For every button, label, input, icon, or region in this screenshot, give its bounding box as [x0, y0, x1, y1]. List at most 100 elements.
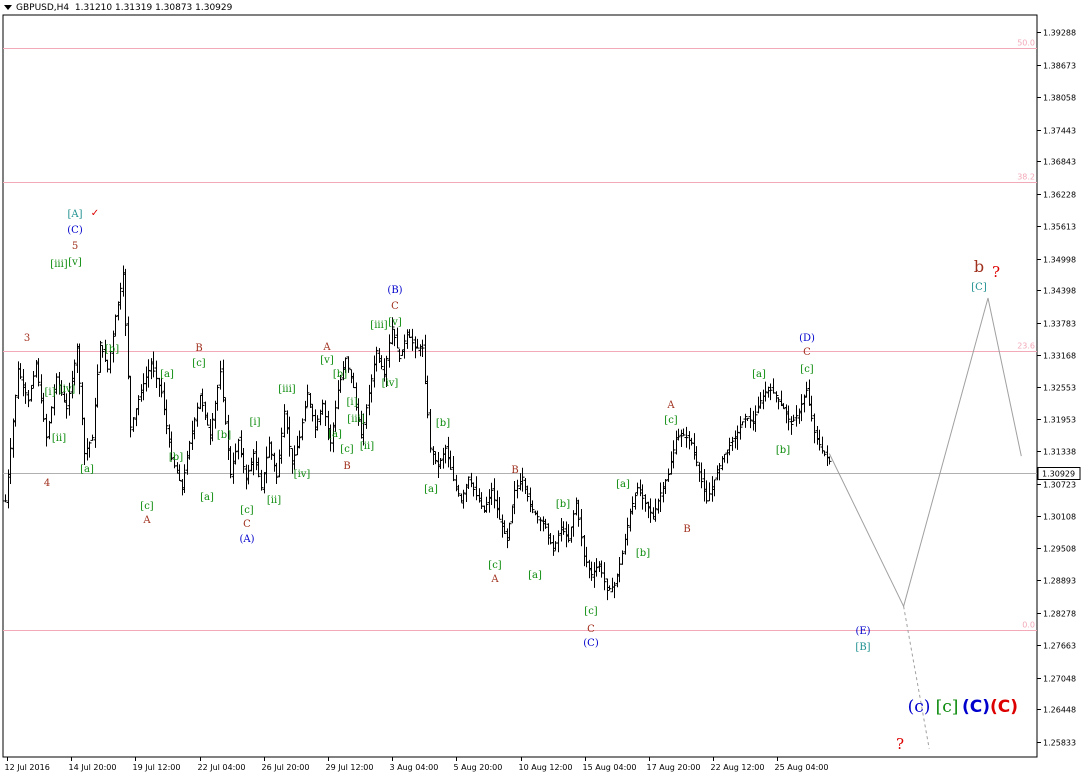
- ohlc-bar: [589, 561, 594, 581]
- wave-label: [b]: [333, 369, 347, 380]
- ohlc-bar: [477, 488, 482, 503]
- y-tick-label: 1.35613: [1043, 223, 1076, 232]
- ohlc-bar: [507, 522, 512, 541]
- ohlc-bar: [518, 473, 523, 491]
- ohlc-bar: [215, 384, 220, 411]
- projection-dashed-path: [903, 606, 930, 749]
- ohlc-bar: [694, 446, 699, 467]
- wave-label: [c]: [664, 415, 678, 426]
- ohlc-bar: [674, 430, 679, 455]
- ohlc-bar: [676, 428, 681, 441]
- ohlc-bar: [638, 479, 643, 497]
- wave-label: 4: [44, 478, 50, 489]
- ohlc-bar: [733, 430, 738, 449]
- wave-label: 5: [72, 241, 78, 252]
- wave-label: [v]: [388, 317, 402, 328]
- wave-label: [a]: [528, 570, 542, 581]
- wave-label: [a]: [424, 484, 438, 495]
- wave-label: b: [974, 257, 984, 276]
- wave-label: B: [511, 465, 518, 476]
- ohlc-bar: [774, 391, 779, 403]
- wave-label: [a]: [200, 492, 214, 503]
- wave-label: [b]: [556, 499, 570, 510]
- wave-label: ?: [992, 263, 1000, 281]
- y-tick-label: 1.27048: [1043, 675, 1076, 684]
- wave-label: [iii]: [278, 384, 295, 395]
- ohlc-bar: [530, 500, 535, 514]
- ohlc-bar: [520, 467, 525, 492]
- wave-label: [ii]: [267, 495, 281, 506]
- wave-label: [iv]: [382, 378, 399, 389]
- ohlc-bar: [661, 481, 666, 503]
- y-tick-label: 1.36843: [1043, 158, 1076, 167]
- ohlc-bar: [699, 462, 704, 489]
- wave-label: [c]: [584, 606, 598, 617]
- ohlc-bar: [118, 282, 123, 310]
- y-tick-label: 1.34998: [1043, 256, 1076, 265]
- ohlc-bar: [482, 505, 487, 513]
- ohlc-bar: [431, 446, 436, 466]
- ohlc-bar: [620, 550, 625, 565]
- ohlc-bar: [34, 360, 39, 378]
- ohlc-bar: [367, 384, 372, 416]
- x-tick-label: 22 Jul 04:00: [198, 763, 246, 772]
- projection-path: [828, 297, 1022, 608]
- ohlc-bar: [607, 585, 612, 591]
- dropdown-triangle-icon[interactable]: [4, 5, 12, 10]
- ohlc-bar: [784, 404, 789, 424]
- ohlc-bar: [8, 437, 13, 485]
- wave-label: C: [243, 519, 251, 530]
- ohlc-bar: [146, 359, 151, 388]
- ohlc-bar: [722, 453, 727, 463]
- fib-level-label: 38.2: [1017, 173, 1035, 182]
- ohlc-bar: [489, 482, 494, 505]
- ohlc-bar: [402, 334, 407, 359]
- wave-label: [v]: [68, 257, 82, 268]
- fib-level-label: 0.0: [1022, 621, 1035, 630]
- wave-label: (C): [583, 638, 599, 649]
- ohlc-bar: [707, 482, 712, 502]
- ohlc-bar: [31, 370, 36, 389]
- ohlc-bar: [305, 384, 310, 408]
- wave-label: [b]: [169, 452, 183, 463]
- price-chart[interactable]: 50.038.223.60.0[A] ✓(C)5[iii] [v]3[i] [iv][…: [0, 0, 1081, 777]
- ohlc-bar: [740, 421, 745, 426]
- ohlc-bar: [213, 400, 218, 429]
- ohlc-bar: [804, 381, 809, 398]
- ohlc-bar: [303, 400, 308, 422]
- ohlc-bar: [323, 400, 328, 427]
- ohlc-bar: [3, 494, 8, 503]
- ohlc-bar: [262, 472, 267, 494]
- wave-label: [a]: [80, 464, 94, 475]
- ohlc-bar: [599, 560, 604, 578]
- ohlc-bar: [167, 424, 172, 448]
- ohlc-bar: [336, 380, 341, 410]
- wave-label: [b]: [105, 344, 119, 355]
- wave-label: A: [322, 342, 331, 353]
- ohlc-bar: [786, 405, 791, 431]
- degree-legend-item: (C): [990, 697, 1018, 717]
- wave-label: [c]: [192, 358, 206, 369]
- ohlc-bar: [29, 385, 34, 402]
- wave-label: [i]: [346, 397, 357, 408]
- ohlc-bar: [254, 441, 259, 471]
- ohlc-bar: [582, 535, 587, 567]
- ohlc-bar: [623, 533, 628, 555]
- y-tick-label: 1.33783: [1043, 320, 1076, 329]
- ohlc-bar: [267, 436, 272, 458]
- y-tick-label: 1.31338: [1043, 448, 1076, 457]
- wave-label: (A): [239, 534, 254, 545]
- ohlc-bar: [205, 412, 210, 426]
- ohlc-bar: [407, 329, 412, 339]
- ohlc-bar: [461, 489, 466, 509]
- ohlc-bar: [469, 472, 474, 488]
- ohlc-bar: [11, 418, 16, 458]
- y-tick-label: 1.29508: [1043, 545, 1076, 554]
- wave-label: C: [391, 301, 399, 312]
- ohlc-values: 1.31210 1.31319 1.30873 1.30929: [74, 3, 233, 13]
- ohlc-bar: [180, 479, 185, 496]
- ohlc-bar: [208, 419, 213, 445]
- wave-label: [B]: [855, 642, 870, 653]
- ohlc-bar: [333, 400, 338, 432]
- ohlc-bar: [272, 452, 277, 472]
